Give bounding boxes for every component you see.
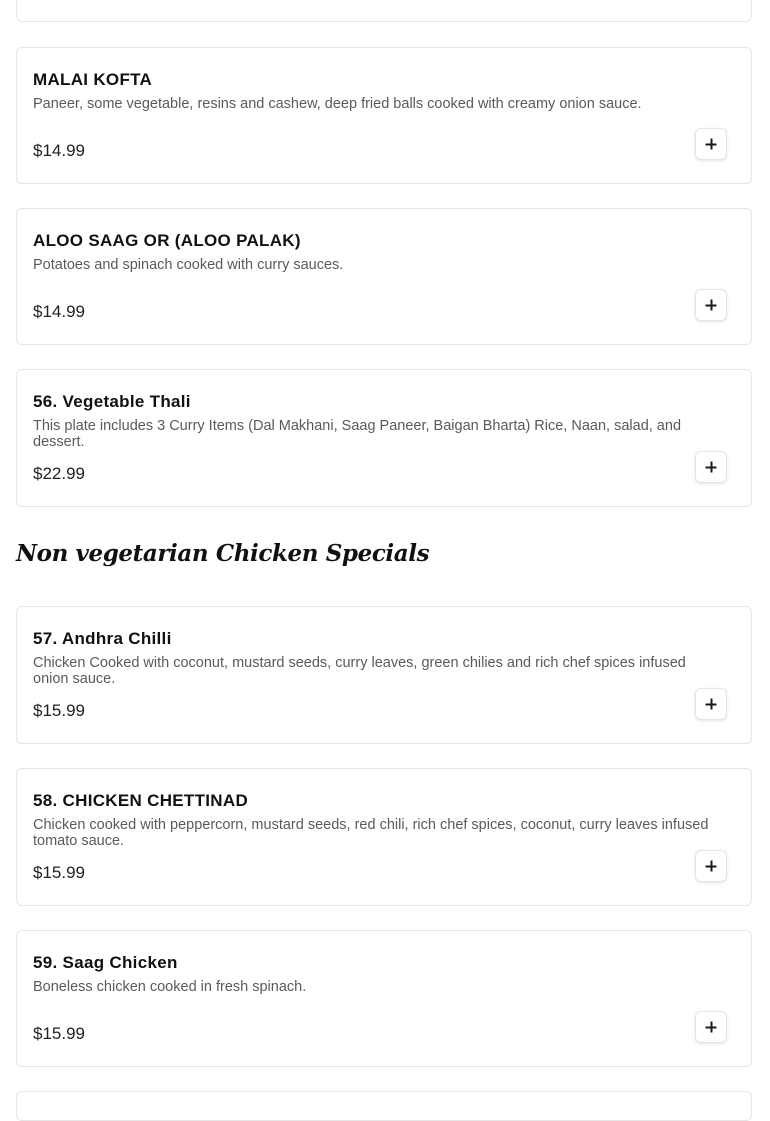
add-to-cart-button[interactable] (695, 289, 727, 321)
add-to-cart-button[interactable] (695, 1011, 727, 1043)
menu-item-price: $22.99 (33, 464, 85, 483)
menu-item-card[interactable]: 57. Andhra Chilli Chicken Cooked with co… (16, 606, 752, 744)
menu-item-card[interactable]: 58. CHICKEN CHETTINAD Chicken cooked wit… (16, 768, 752, 906)
menu-item-description: Boneless chicken cooked in fresh spinach… (33, 979, 307, 995)
menu-item-card-partial-bottom (16, 1091, 752, 1121)
menu-item-title: 59. Saag Chicken (33, 953, 178, 972)
menu-item-title: MALAI KOFTA (33, 70, 153, 89)
menu-item-title: 57. Andhra Chilli (33, 629, 172, 648)
menu-item-description: Chicken cooked with peppercorn, mustard … (33, 817, 709, 849)
add-to-cart-button[interactable] (695, 451, 727, 483)
menu-item-price: $15.99 (33, 1024, 85, 1043)
menu-item-title: 56. Vegetable Thali (33, 392, 191, 411)
plus-icon (705, 1021, 717, 1033)
add-to-cart-button[interactable] (695, 128, 727, 160)
plus-icon (705, 299, 717, 311)
menu-item-title: 58. CHICKEN CHETTINAD (33, 791, 249, 810)
menu-item-card[interactable]: 59. Saag Chicken Boneless chicken cooked… (16, 930, 752, 1067)
menu-item-card[interactable]: 56. Vegetable Thali This plate includes … (16, 369, 752, 507)
menu-item-price: $14.99 (33, 302, 85, 321)
plus-icon (705, 138, 717, 150)
menu-item-description: Paneer, some vegetable, resins and cashe… (33, 96, 642, 112)
menu-item-price: $15.99 (33, 701, 85, 720)
menu-item-card[interactable]: ALOO SAAG OR (ALOO PALAK) Potatoes and s… (16, 208, 752, 345)
menu-item-card[interactable]: MALAI KOFTA Paneer, some vegetable, resi… (16, 47, 752, 184)
section-heading: Non vegetarian Chicken Specials (16, 540, 430, 567)
menu-item-description: This plate includes 3 Curry Items (Dal M… (33, 418, 682, 450)
menu-item-description: Chicken Cooked with coconut, mustard see… (33, 655, 686, 687)
menu-item-title: ALOO SAAG OR (ALOO PALAK) (33, 231, 301, 250)
add-to-cart-button[interactable] (695, 688, 727, 720)
menu-item-price: $14.99 (33, 141, 85, 160)
plus-icon (705, 461, 717, 473)
plus-icon (705, 860, 717, 872)
menu-item-description: Potatoes and spinach cooked with curry s… (33, 257, 344, 273)
menu-item-price: $15.99 (33, 863, 85, 882)
menu-item-card-partial-top (16, 0, 752, 22)
plus-icon (705, 698, 717, 710)
add-to-cart-button[interactable] (695, 850, 727, 882)
